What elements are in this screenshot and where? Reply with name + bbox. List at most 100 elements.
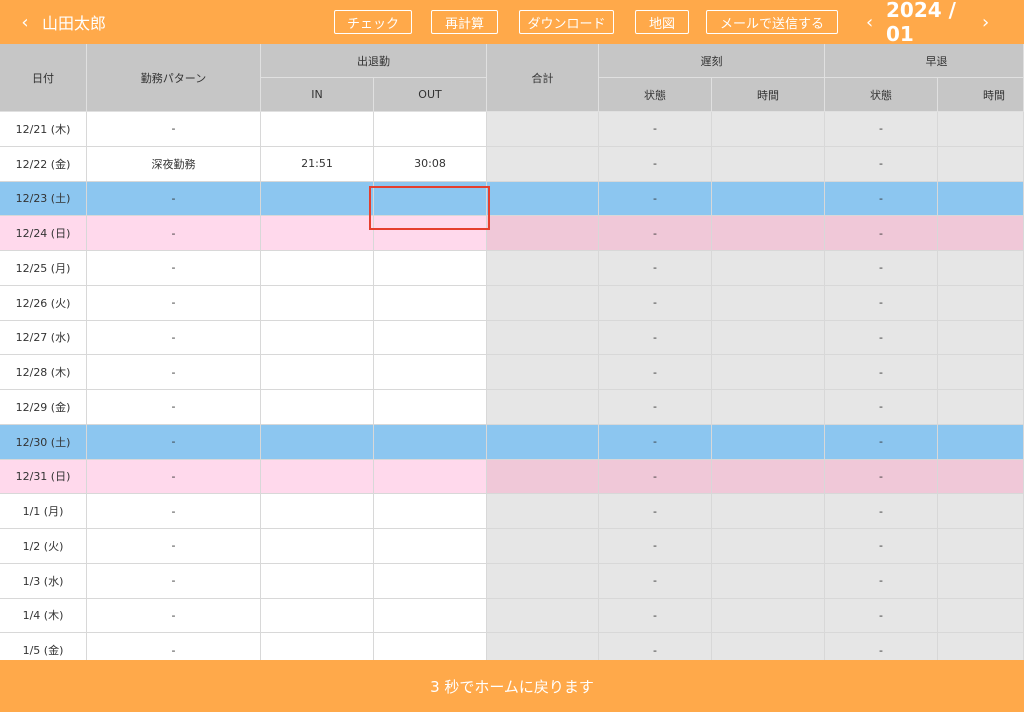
cell-pattern: - [87, 598, 261, 634]
cell-out[interactable] [374, 459, 487, 495]
cell-in[interactable] [261, 112, 374, 147]
cell-late-time [712, 459, 825, 495]
cell-late-status: - [599, 563, 712, 599]
cell-out[interactable]: 30:08 [374, 146, 487, 182]
cell-late-status: - [599, 598, 712, 634]
footer-bar: 3 秒でホームに戻ります [0, 660, 1024, 712]
cell-total [487, 251, 599, 286]
cell-out[interactable] [374, 285, 487, 321]
cell-out[interactable] [374, 251, 487, 286]
cell-out[interactable] [374, 529, 487, 564]
cell-out[interactable] [374, 494, 487, 529]
cell-early-status: - [825, 112, 938, 147]
header-attendance: 出退勤 [261, 44, 487, 78]
cell-in[interactable] [261, 494, 374, 529]
cell-in[interactable] [261, 424, 374, 460]
cell-total [487, 320, 599, 356]
header-late: 遅刻 [599, 44, 825, 78]
cell-in[interactable] [261, 633, 374, 660]
cell-pattern: - [87, 251, 261, 286]
cell-total [487, 598, 599, 634]
cell-out[interactable] [374, 424, 487, 460]
cell-pattern: - [87, 563, 261, 599]
cell-pattern: - [87, 320, 261, 356]
cell-total [487, 563, 599, 599]
cell-early-time [938, 285, 1024, 321]
cell-in[interactable] [261, 181, 374, 217]
cell-in[interactable]: 21:51 [261, 146, 374, 182]
back-button[interactable]: ‹ 山田太郎 [14, 6, 124, 38]
cell-date: 1/5 (金) [0, 633, 87, 660]
cell-date: 1/1 (月) [0, 494, 87, 529]
cell-in[interactable] [261, 390, 374, 425]
cell-pattern: - [87, 424, 261, 460]
cell-early-time [938, 251, 1024, 286]
cell-out[interactable] [374, 563, 487, 599]
cell-early-status: - [825, 181, 938, 217]
cell-early-time [938, 146, 1024, 182]
cell-late-status: - [599, 459, 712, 495]
cell-pattern: - [87, 216, 261, 251]
cell-date: 12/25 (月) [0, 251, 87, 286]
cell-late-status: - [599, 320, 712, 356]
cell-early-status: - [825, 216, 938, 251]
cell-date: 12/26 (火) [0, 285, 87, 321]
cell-early-status: - [825, 494, 938, 529]
recalc-button[interactable]: 再計算 [431, 10, 498, 34]
cell-in[interactable] [261, 529, 374, 564]
cell-early-time [938, 494, 1024, 529]
chevron-left-icon: ‹ [21, 11, 29, 33]
cell-pattern: - [87, 355, 261, 390]
cell-out[interactable] [374, 181, 487, 217]
check-button[interactable]: チェック [334, 10, 412, 34]
cell-date: 12/29 (金) [0, 390, 87, 425]
return-home-message: 3 秒でホームに戻ります [430, 677, 594, 696]
cell-pattern: - [87, 181, 261, 217]
cell-out[interactable] [374, 633, 487, 660]
cell-early-status: - [825, 424, 938, 460]
cell-total [487, 424, 599, 460]
cell-in[interactable] [261, 216, 374, 251]
cell-early-status: - [825, 251, 938, 286]
cell-pattern: - [87, 633, 261, 660]
cell-pattern: - [87, 112, 261, 147]
cell-in[interactable] [261, 355, 374, 390]
prev-month-icon[interactable]: ‹ [866, 6, 884, 38]
cell-date: 12/24 (日) [0, 216, 87, 251]
cell-in[interactable] [261, 563, 374, 599]
cell-late-time [712, 320, 825, 356]
cell-total [487, 529, 599, 564]
header-total: 合計 [487, 44, 599, 112]
cell-out[interactable] [374, 355, 487, 390]
cell-late-time [712, 355, 825, 390]
send-mail-button[interactable]: メールで送信する [706, 10, 838, 34]
cell-pattern: - [87, 529, 261, 564]
cell-late-time [712, 494, 825, 529]
cell-total [487, 146, 599, 182]
cell-date: 12/31 (日) [0, 459, 87, 495]
header-early-status: 状態 [825, 78, 938, 112]
cell-in[interactable] [261, 598, 374, 634]
top-bar: ‹ 山田太郎 チェック 再計算 ダウンロード 地図 メールで送信する ‹ 202… [0, 0, 1024, 46]
cell-out[interactable] [374, 112, 487, 147]
cell-out[interactable] [374, 216, 487, 251]
cell-late-status: - [599, 112, 712, 147]
cell-late-time [712, 146, 825, 182]
cell-late-time [712, 563, 825, 599]
cell-in[interactable] [261, 251, 374, 286]
download-button[interactable]: ダウンロード [519, 10, 614, 34]
cell-out[interactable] [374, 390, 487, 425]
cell-early-status: - [825, 563, 938, 599]
cell-in[interactable] [261, 459, 374, 495]
cell-out[interactable] [374, 320, 487, 356]
cell-in[interactable] [261, 320, 374, 356]
cell-pattern: - [87, 390, 261, 425]
cell-late-time [712, 285, 825, 321]
cell-out[interactable] [374, 598, 487, 634]
map-button[interactable]: 地図 [635, 10, 689, 34]
cell-late-time [712, 529, 825, 564]
header-date: 日付 [0, 44, 87, 112]
cell-in[interactable] [261, 285, 374, 321]
cell-total [487, 181, 599, 217]
next-month-icon[interactable]: › [982, 6, 1000, 38]
